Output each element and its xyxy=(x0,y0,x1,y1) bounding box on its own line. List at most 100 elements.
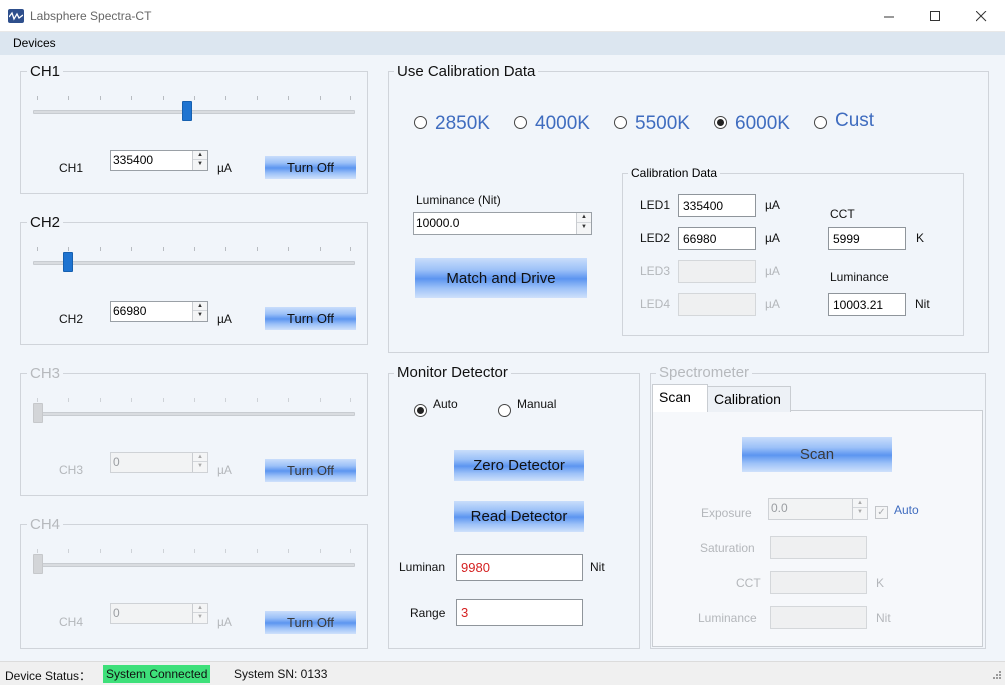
spec-luminance-unit: Nit xyxy=(876,611,891,625)
spin-up-icon[interactable]: ▲ xyxy=(577,213,591,223)
spec-cct-unit: K xyxy=(876,576,885,590)
radio-5500k-label[interactable]: 5500K xyxy=(635,113,690,135)
spin-down-icon[interactable]: ▼ xyxy=(193,160,207,169)
ch3-group-title: CH3 xyxy=(27,365,64,382)
led1-unit: µA xyxy=(765,198,780,212)
luminan-label: Luminan xyxy=(399,560,446,574)
saturation-field xyxy=(770,536,867,559)
radio-6000k-label[interactable]: 6000K xyxy=(735,113,790,135)
led2-field[interactable]: 66980 xyxy=(678,227,756,250)
radio-cust-label[interactable]: Cust xyxy=(835,110,874,132)
spin-up-icon[interactable]: ▲ xyxy=(193,151,207,160)
ch4-current-value: 0 xyxy=(113,606,120,620)
ch2-label: CH2 xyxy=(59,312,84,326)
spin-down-icon: ▼ xyxy=(857,509,863,515)
ch2-slider-track[interactable] xyxy=(33,261,355,265)
device-status-label: Device Status： xyxy=(5,669,92,683)
scan-button[interactable]: Scan xyxy=(742,437,892,472)
led1-field[interactable]: 335400 xyxy=(678,194,756,217)
ch4-slider-ticks xyxy=(37,549,351,554)
ch2-turn-off-button[interactable]: Turn Off xyxy=(265,307,356,330)
match-and-drive-button[interactable]: Match and Drive xyxy=(415,258,587,298)
spec-cct-label: CCT xyxy=(736,576,761,590)
spin-down-icon: ▼ xyxy=(197,463,203,469)
tab-calibration[interactable]: Calibration xyxy=(707,386,791,412)
luminance-nit-value: 10000.0 xyxy=(416,216,460,230)
cal-luminance-label: Luminance xyxy=(830,270,889,284)
calibration-data-group xyxy=(622,173,964,336)
range-field[interactable]: 3 xyxy=(456,599,583,626)
radio-manual-label[interactable]: Manual xyxy=(517,397,556,411)
radio-6000k[interactable] xyxy=(714,116,727,129)
ch2-group-title: CH2 xyxy=(27,214,64,231)
led3-label: LED3 xyxy=(640,264,671,278)
read-detector-button[interactable]: Read Detector xyxy=(454,501,584,532)
radio-2850k-label[interactable]: 2850K xyxy=(435,113,490,135)
ch2-slider-thumb[interactable] xyxy=(63,252,73,272)
spectrometer-title: Spectrometer xyxy=(656,364,753,381)
luminance-nit-spinner[interactable]: 10000.0 ▲ ▼ xyxy=(413,212,592,235)
ch2-current-spinner[interactable]: 66980 ▲ ▼ xyxy=(110,301,208,322)
menu-bar xyxy=(0,32,1005,55)
exposure-auto-label: Auto xyxy=(894,503,919,517)
cal-luminance-field[interactable]: 10003.21 xyxy=(828,293,906,316)
ch4-turn-off-button[interactable]: Turn Off xyxy=(265,611,356,634)
ch3-current-spinner: 0 ▲ ▼ xyxy=(110,452,208,473)
luminance-nit-label: Luminance (Nit) xyxy=(416,193,501,207)
ch3-label: CH3 xyxy=(59,463,84,477)
radio-5500k[interactable] xyxy=(614,116,627,129)
led1-label: LED1 xyxy=(640,198,671,212)
ch3-turn-off-button[interactable]: Turn Off xyxy=(265,459,356,482)
led2-label: LED2 xyxy=(640,231,671,245)
radio-auto[interactable] xyxy=(414,404,427,417)
spec-cct-field xyxy=(770,571,867,594)
radio-4000k[interactable] xyxy=(514,116,527,129)
ch1-slider-thumb[interactable] xyxy=(182,101,192,121)
app-logo-icon xyxy=(8,9,24,23)
monitor-detector-title: Monitor Detector xyxy=(394,364,511,381)
luminan-unit: Nit xyxy=(590,560,605,574)
ch3-slider-ticks xyxy=(37,398,351,403)
ch2-unit: µA xyxy=(217,312,232,326)
ch1-current-spinner[interactable]: 335400 ▲ ▼ xyxy=(110,150,208,171)
spin-down-icon: ▼ xyxy=(197,614,203,620)
ch3-slider-thumb xyxy=(33,403,43,423)
ch1-current-value: 335400 xyxy=(113,153,154,167)
ch4-group-title: CH4 xyxy=(27,516,64,533)
cal-cct-field[interactable]: 5999 xyxy=(828,227,906,250)
system-serial: System SN: 0133 xyxy=(234,667,328,681)
cal-cct-unit: K xyxy=(916,231,925,245)
ch4-label: CH4 xyxy=(59,615,84,629)
close-icon[interactable] xyxy=(958,0,1004,32)
spin-down-icon[interactable]: ▼ xyxy=(193,311,207,320)
radio-manual[interactable] xyxy=(498,404,511,417)
luminan-field[interactable]: 9980 xyxy=(456,554,583,581)
window-title: Labsphere Spectra-CT xyxy=(30,9,152,23)
spec-luminance-field xyxy=(770,606,867,629)
ch4-slider-thumb xyxy=(33,554,43,574)
led3-field xyxy=(678,260,756,283)
radio-auto-label[interactable]: Auto xyxy=(433,397,458,411)
ch1-slider-track[interactable] xyxy=(33,110,355,114)
saturation-label: Saturation xyxy=(700,541,755,555)
tab-scan[interactable]: Scan xyxy=(652,384,708,412)
spin-up-icon[interactable]: ▲ xyxy=(193,302,207,311)
led4-label: LED4 xyxy=(640,297,671,311)
zero-detector-button[interactable]: Zero Detector xyxy=(454,450,584,481)
ch1-label: CH1 xyxy=(59,161,84,175)
spec-luminance-label: Luminance xyxy=(698,611,757,625)
radio-4000k-label[interactable]: 4000K xyxy=(535,113,590,135)
spin-down-icon[interactable]: ▼ xyxy=(577,223,591,232)
ch3-unit: µA xyxy=(217,463,232,477)
menu-devices[interactable]: Devices xyxy=(13,36,56,50)
cal-luminance-unit: Nit xyxy=(915,297,930,311)
maximize-icon[interactable] xyxy=(912,0,958,32)
radio-cust[interactable] xyxy=(814,116,827,129)
resize-grip-icon[interactable] xyxy=(990,670,1002,682)
radio-2850k[interactable] xyxy=(414,116,427,129)
minimize-icon[interactable] xyxy=(866,0,912,32)
ch4-current-spinner: 0 ▲ ▼ xyxy=(110,603,208,624)
ch2-slider-ticks xyxy=(37,247,351,252)
ch3-slider-track xyxy=(33,412,355,416)
ch1-turn-off-button[interactable]: Turn Off xyxy=(265,156,356,179)
